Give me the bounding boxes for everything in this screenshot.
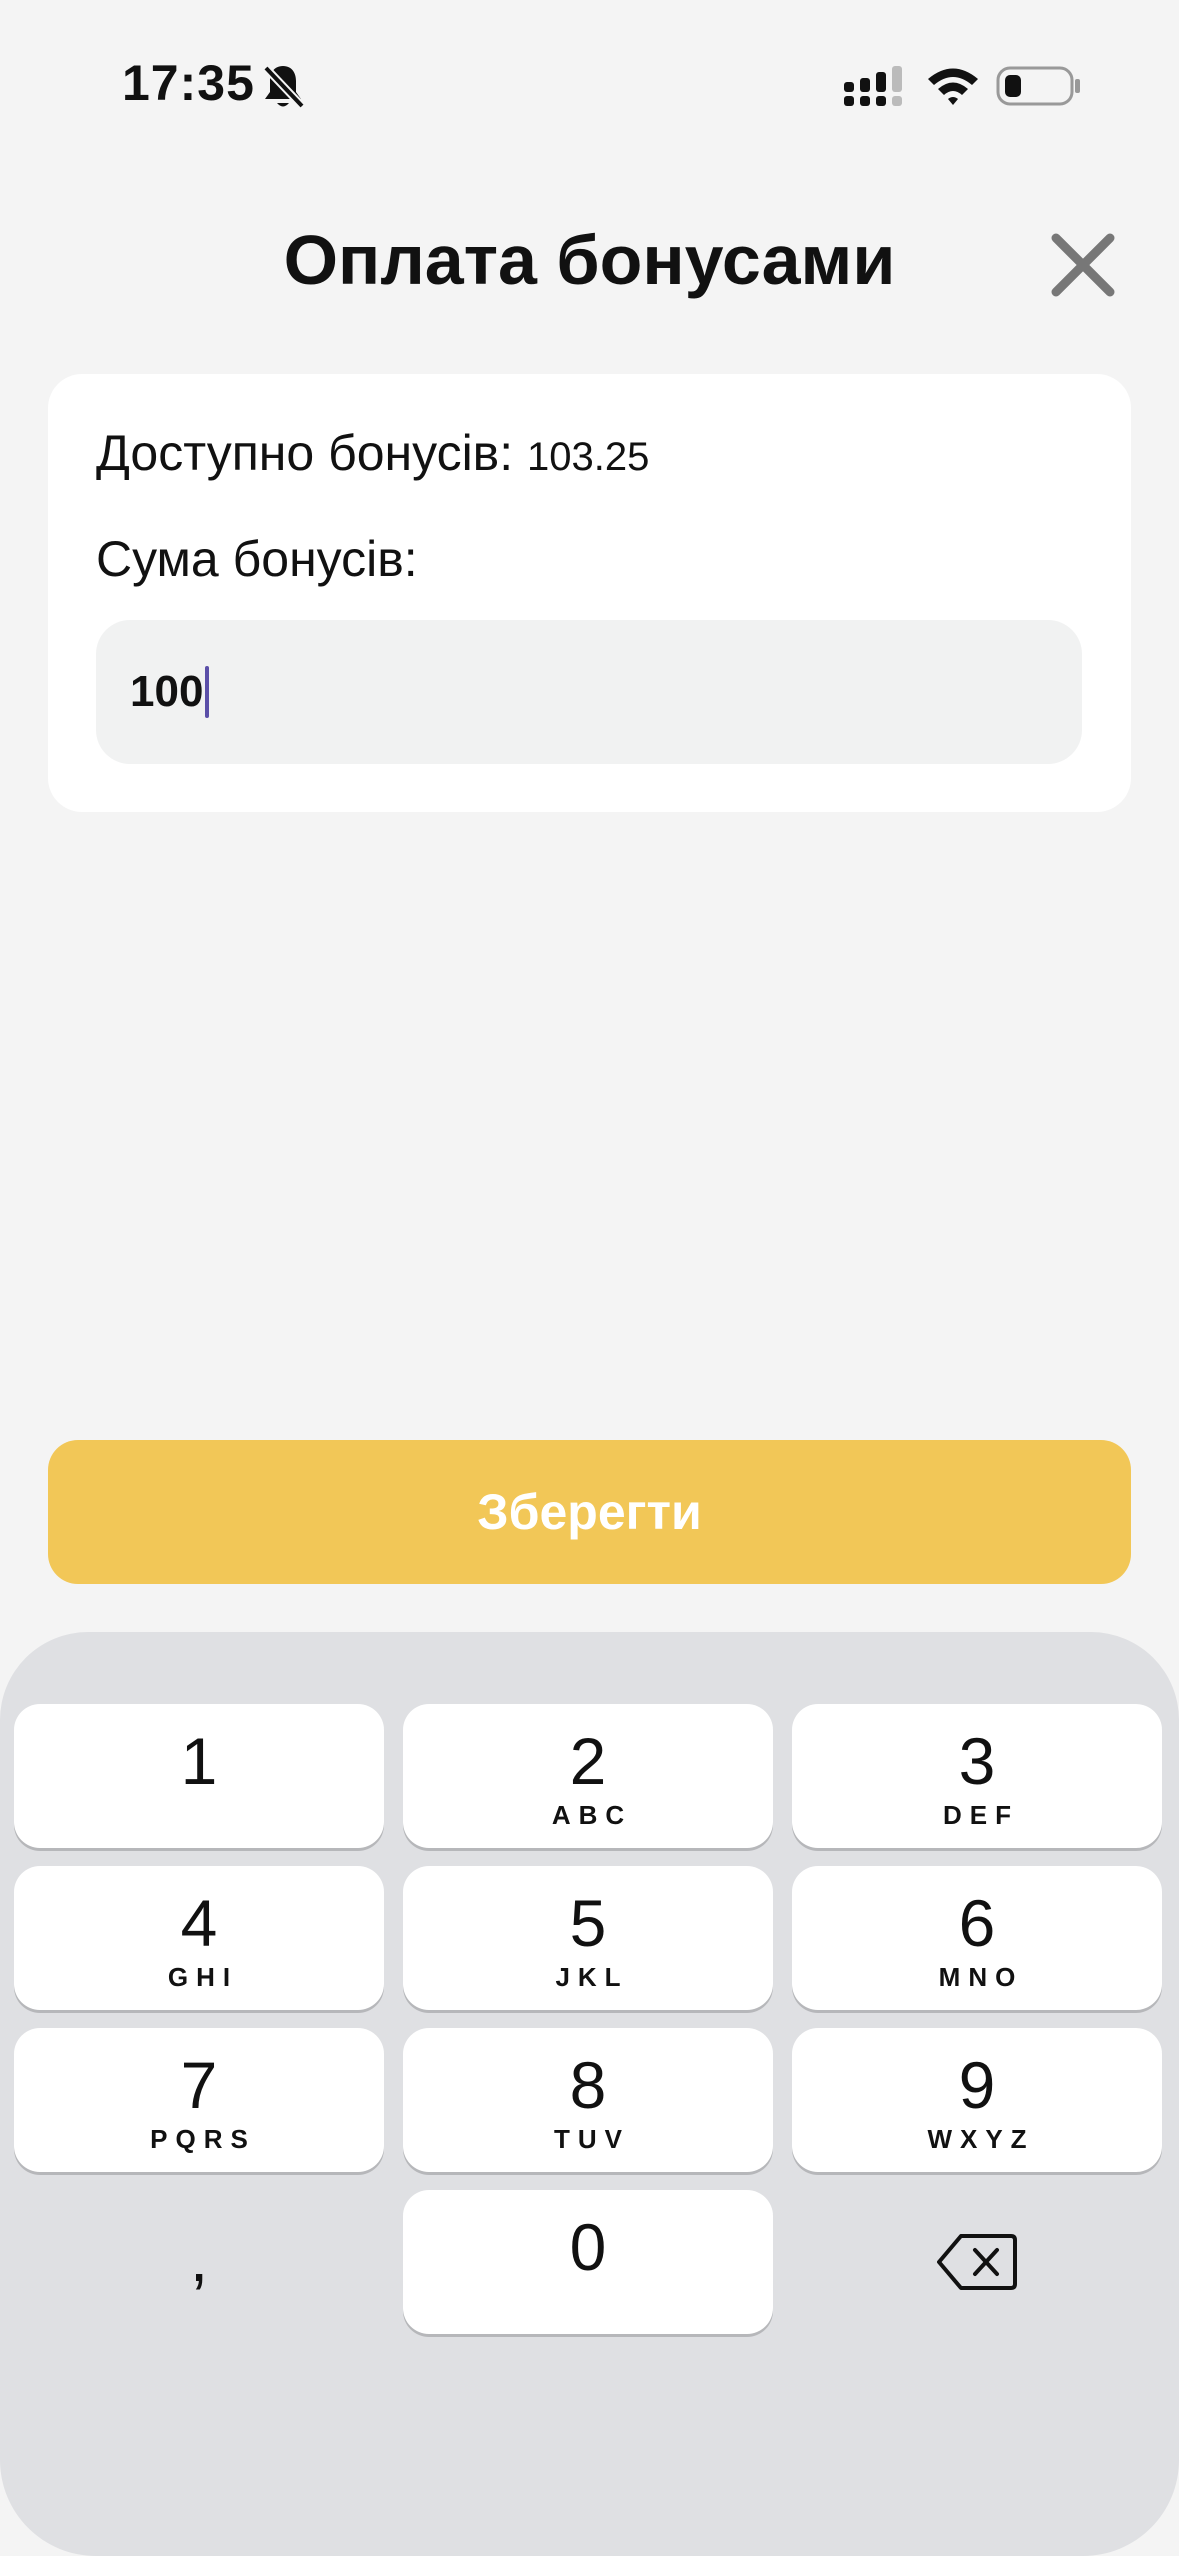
key-letters: TUV xyxy=(554,2124,630,2154)
backspace-icon xyxy=(937,2234,1017,2290)
key-letters: MNO xyxy=(938,1962,1024,1992)
key-6[interactable]: 6 MNO xyxy=(792,1866,1162,2010)
key-0[interactable]: 0 xyxy=(403,2190,773,2334)
numeric-keyboard: 1 2 ABC 3 DEF 4 GHI 5 JKL 6 MNO 7 PQRS 8 xyxy=(0,1632,1179,2556)
key-digit: 5 xyxy=(569,1886,607,1960)
key-9[interactable]: 9 WXYZ xyxy=(792,2028,1162,2172)
bonus-amount-value: 100 xyxy=(130,667,204,716)
key-letters: JKL xyxy=(555,1962,629,1992)
key-digit: , xyxy=(189,2221,209,2295)
page-title: Оплата бонусами xyxy=(283,221,896,299)
key-digit: 1 xyxy=(180,1724,218,1798)
key-4[interactable]: 4 GHI xyxy=(14,1866,384,2010)
close-icon xyxy=(1051,233,1115,297)
bonus-card: Доступно бонусів: 103.25 Сума бонусів: 1… xyxy=(48,374,1131,812)
key-digit: 7 xyxy=(180,2048,218,2122)
bell-slash-icon xyxy=(263,65,305,109)
save-button[interactable]: Зберегти xyxy=(48,1440,1131,1584)
battery-icon xyxy=(996,66,1080,106)
available-bonuses: Доступно бонусів: 103.25 xyxy=(96,424,649,482)
key-digit: 9 xyxy=(958,2048,996,2122)
key-5[interactable]: 5 JKL xyxy=(403,1866,773,2010)
key-1[interactable]: 1 xyxy=(14,1704,384,1848)
key-digit: 4 xyxy=(180,1886,218,1960)
key-digit: 2 xyxy=(569,1724,607,1798)
available-label: Доступно бонусів: xyxy=(96,425,514,481)
key-letters: GHI xyxy=(167,1962,239,1992)
key-digit: 8 xyxy=(569,2048,607,2122)
cellular-signal-icon xyxy=(844,66,902,106)
key-backspace[interactable] xyxy=(792,2190,1162,2334)
sum-label: Сума бонусів: xyxy=(96,531,418,587)
key-7[interactable]: 7 PQRS xyxy=(14,2028,384,2172)
key-comma[interactable]: , xyxy=(14,2190,384,2334)
key-digit: 6 xyxy=(958,1886,996,1960)
key-8[interactable]: 8 TUV xyxy=(403,2028,773,2172)
key-letters: PQRS xyxy=(150,2124,256,2154)
key-digit: 3 xyxy=(958,1724,996,1798)
key-2[interactable]: 2 ABC xyxy=(403,1704,773,1848)
bonus-amount-input[interactable]: 100 xyxy=(96,620,1082,764)
key-digit: 0 xyxy=(569,2210,607,2284)
available-value: 103.25 xyxy=(527,435,650,479)
close-button[interactable] xyxy=(1046,228,1120,302)
text-caret xyxy=(205,666,210,718)
key-3[interactable]: 3 DEF xyxy=(792,1704,1162,1848)
key-letters: DEF xyxy=(943,1800,1019,1830)
key-letters: WXYZ xyxy=(927,2124,1035,2154)
wifi-icon xyxy=(928,68,978,105)
status-time: 17:35 xyxy=(122,55,255,111)
screen: 17:35 Оплата бонусами Доступно бонусів: … xyxy=(0,0,1179,2556)
key-letters: ABC xyxy=(551,1800,633,1830)
